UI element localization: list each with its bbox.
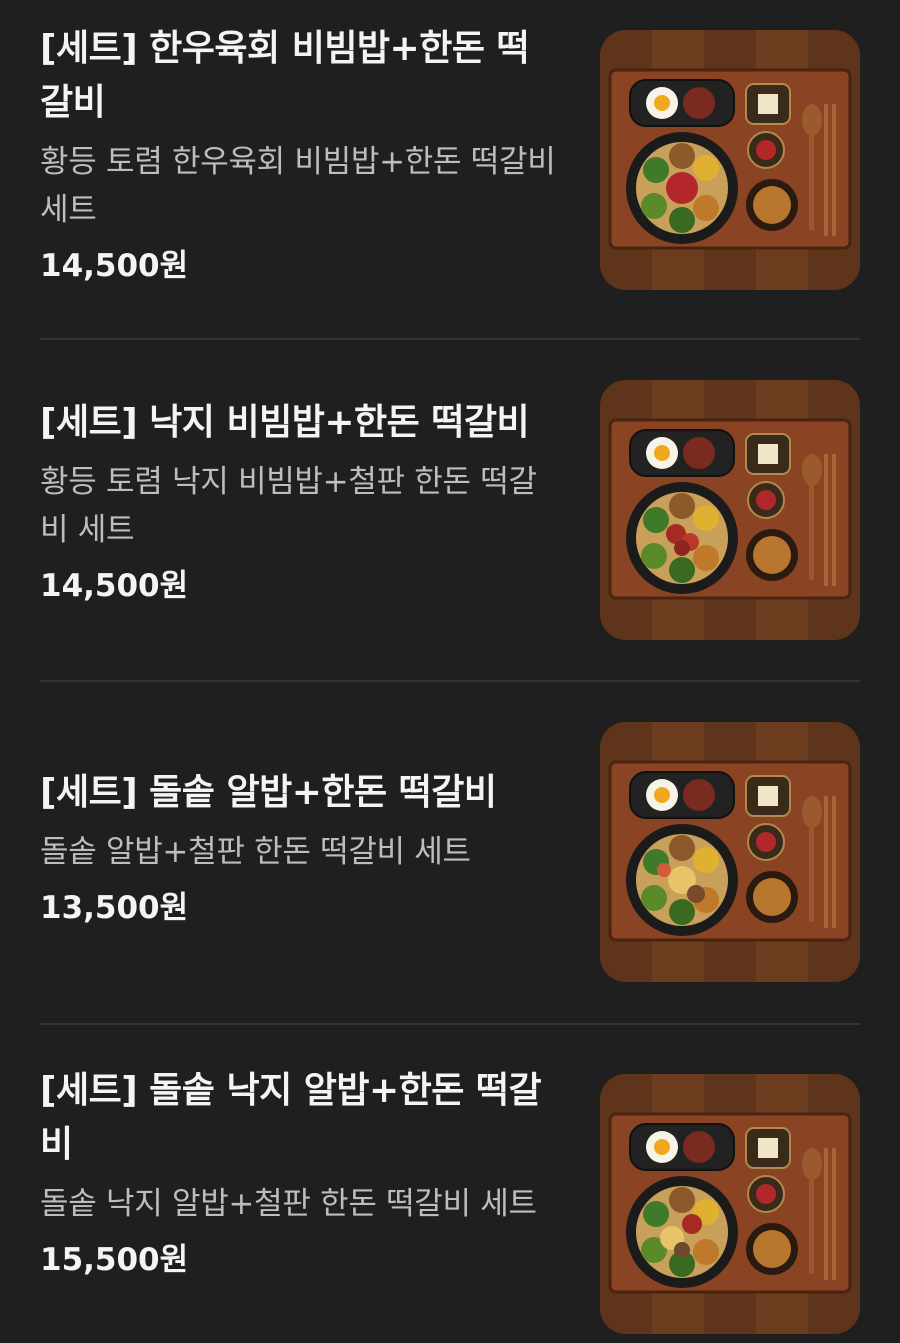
bibimbap-set-photo: [600, 722, 860, 982]
chopstick: [824, 454, 828, 586]
egg-yolk: [654, 95, 670, 111]
vegetable-topping: [643, 157, 669, 183]
menu-item-image[interactable]: [600, 1074, 860, 1334]
chopstick: [824, 104, 828, 236]
egg-yolk: [654, 445, 670, 461]
divider: [40, 680, 860, 682]
bibimbap-set-photo: [600, 1074, 860, 1334]
menu-item-price: 15,500원: [40, 1242, 189, 1278]
menu-item-yukhoe-bibimbap-set[interactable]: [세트] 한우육회 비빔밥+한돈 떡갈비 황등 토렴 한우육회 비빔밥+한돈 떡…: [40, 22, 860, 298]
menu-item-name: [세트] 한우육회 비빔밥+한돈 떡갈비: [40, 28, 530, 123]
chopstick: [832, 104, 836, 236]
main-topping: [682, 1214, 702, 1234]
vegetable-topping: [643, 507, 669, 533]
menu-item-name: [세트] 돌솥 알밥+한돈 떡갈비: [40, 772, 497, 813]
spoon-head: [802, 796, 822, 828]
divider: [40, 1023, 860, 1025]
vegetable-topping: [669, 835, 695, 861]
menu-item-text: [세트] 낙지 비빔밥+한돈 떡갈비 황등 토렴 낙지 비빔밥+철판 한돈 떡갈…: [40, 396, 560, 608]
vegetable-topping: [643, 1201, 669, 1227]
menu-item-image[interactable]: [600, 380, 860, 640]
menu-item-image[interactable]: [600, 722, 860, 982]
iron-plate: [629, 79, 735, 127]
spoon-handle: [809, 826, 814, 922]
chopstick: [832, 1148, 836, 1280]
menu-item-text: [세트] 돌솥 낙지 알밥+한돈 떡갈비 돌솥 낙지 알밥+철판 한돈 떡갈비 …: [40, 1064, 560, 1282]
chopstick: [832, 454, 836, 586]
main-topping: [657, 863, 671, 877]
menu-item-text: [세트] 돌솥 알밥+한돈 떡갈비 돌솥 알밥+철판 한돈 떡갈비 세트 13,…: [40, 766, 560, 930]
bibimbap-set-photo: [600, 30, 860, 290]
iron-plate: [629, 1123, 735, 1171]
menu-item-description: 황등 토렴 낙지 비빔밥+철판 한돈 떡갈비 세트: [40, 464, 537, 548]
tteokgalbi: [683, 779, 715, 811]
vegetable-topping: [669, 899, 695, 925]
soup: [753, 1230, 791, 1268]
spoon-head: [802, 1148, 822, 1180]
tofu: [758, 1138, 778, 1158]
menu-item-nakji-bibimbap-set[interactable]: [세트] 낙지 비빔밥+한돈 떡갈비 황등 토렴 낙지 비빔밥+철판 한돈 떡갈…: [40, 380, 860, 642]
menu-item-name: [세트] 낙지 비빔밥+한돈 떡갈비: [40, 402, 530, 443]
vegetable-topping: [641, 543, 667, 569]
menu-item-price: 14,500원: [40, 568, 189, 604]
menu-item-description: 돌솥 낙지 알밥+철판 한돈 떡갈비 세트: [40, 1186, 537, 1222]
tofu: [758, 444, 778, 464]
main-topping: [666, 172, 698, 204]
vegetable-topping: [669, 143, 695, 169]
menu-item-text: [세트] 한우육회 비빔밥+한돈 떡갈비 황등 토렴 한우육회 비빔밥+한돈 떡…: [40, 22, 560, 288]
vegetable-topping: [669, 1187, 695, 1213]
vegetable-topping: [669, 557, 695, 583]
menu-item-description: 황등 토렴 한우육회 비빔밥+한돈 떡갈비 세트: [40, 144, 556, 228]
spoon-head: [802, 104, 822, 136]
tofu: [758, 786, 778, 806]
menu-item-name: [세트] 돌솥 낙지 알밥+한돈 떡갈비: [40, 1070, 542, 1165]
menu-item-dolsot-albap-set[interactable]: [세트] 돌솥 알밥+한돈 떡갈비 돌솥 알밥+철판 한돈 떡갈비 세트 13,…: [40, 722, 860, 982]
main-topping: [687, 885, 705, 903]
vegetable-topping: [641, 193, 667, 219]
bibimbap-set-photo: [600, 380, 860, 640]
spoon-handle: [809, 484, 814, 580]
vegetable-topping: [693, 155, 719, 181]
vegetable-topping: [693, 1239, 719, 1265]
vegetable-topping: [693, 195, 719, 221]
divider: [40, 338, 860, 340]
menu-item-description: 돌솥 알밥+철판 한돈 떡갈비 세트: [40, 834, 471, 870]
menu-item-image[interactable]: [600, 30, 860, 290]
iron-plate: [629, 429, 735, 477]
soup: [753, 186, 791, 224]
menu-item-price: 13,500원: [40, 890, 189, 926]
chopstick: [832, 796, 836, 928]
egg-yolk: [654, 1139, 670, 1155]
menu-item-price: 14,500원: [40, 248, 189, 284]
tteokgalbi: [683, 87, 715, 119]
gochujang: [756, 832, 776, 852]
gochujang: [756, 140, 776, 160]
vegetable-topping: [641, 885, 667, 911]
vegetable-topping: [693, 847, 719, 873]
main-topping: [674, 1242, 690, 1258]
spoon-head: [802, 454, 822, 486]
soup: [753, 878, 791, 916]
vegetable-topping: [693, 545, 719, 571]
egg-yolk: [654, 787, 670, 803]
gochujang: [756, 490, 776, 510]
iron-plate: [629, 771, 735, 819]
vegetable-topping: [669, 207, 695, 233]
tteokgalbi: [683, 437, 715, 469]
gochujang: [756, 1184, 776, 1204]
spoon-handle: [809, 1178, 814, 1274]
vegetable-topping: [693, 505, 719, 531]
tofu: [758, 94, 778, 114]
spoon-handle: [809, 134, 814, 230]
soup: [753, 536, 791, 574]
tteokgalbi: [683, 1131, 715, 1163]
vegetable-topping: [669, 493, 695, 519]
main-topping: [674, 540, 690, 556]
menu-item-dolsot-nakji-albap-set[interactable]: [세트] 돌솥 낙지 알밥+한돈 떡갈비 돌솥 낙지 알밥+철판 한돈 떡갈비 …: [40, 1064, 860, 1343]
chopstick: [824, 1148, 828, 1280]
chopstick: [824, 796, 828, 928]
